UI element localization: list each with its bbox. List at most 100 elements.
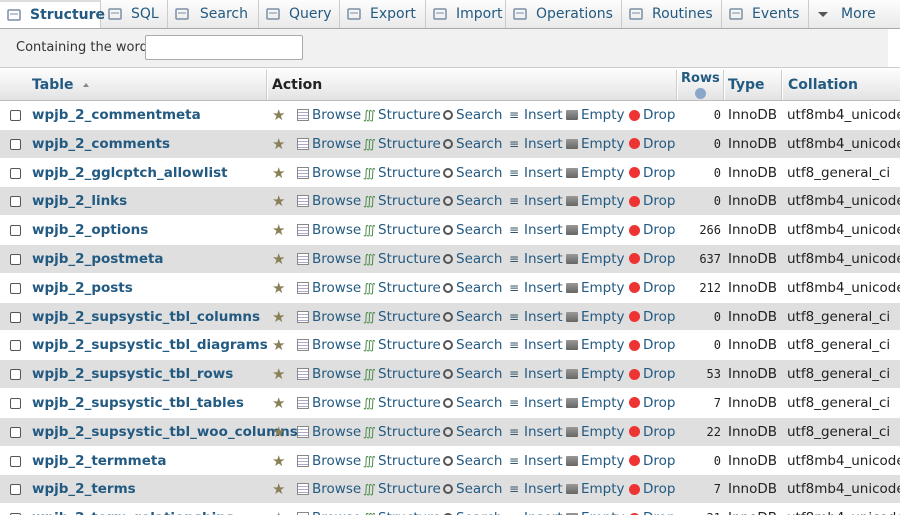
row-checkbox[interactable] [10,225,21,237]
tab-search[interactable]: Search [168,0,259,28]
table-name-link[interactable]: wpjb_2_terms [32,481,136,497]
table-name-link[interactable]: wpjb_2_commentmeta [32,107,201,123]
search-action[interactable]: Search [443,481,502,497]
table-name-link[interactable]: wpjb_2_supsystic_tbl_columns [32,309,260,325]
structure-action[interactable]: ∭Structure [363,165,441,181]
row-checkbox[interactable] [10,340,21,352]
empty-action[interactable]: Empty [566,280,625,296]
structure-action[interactable]: ∭Structure [363,481,441,497]
empty-action[interactable]: Empty [566,424,625,440]
empty-action[interactable]: Empty [566,136,625,152]
col-header-collation[interactable]: Collation [788,68,858,101]
row-checkbox[interactable] [10,426,21,438]
structure-action[interactable]: ∭Structure [363,453,441,469]
drop-action[interactable]: Drop [629,424,675,440]
drop-action[interactable]: Drop [629,222,675,238]
search-action[interactable]: Search [443,366,502,382]
row-checkbox[interactable] [10,138,21,150]
browse-action[interactable]: Browse [297,251,361,267]
empty-action[interactable]: Empty [566,366,625,382]
favorite-star-icon[interactable]: ★ [272,365,285,383]
browse-action[interactable]: Browse [297,424,361,440]
empty-action[interactable]: Empty [566,107,625,123]
row-checkbox[interactable] [10,397,21,409]
favorite-star-icon[interactable]: ★ [272,423,285,441]
table-name-link[interactable]: wpjb_2_supsystic_tbl_tables [32,395,244,411]
favorite-star-icon[interactable]: ★ [272,308,285,326]
row-checkbox[interactable] [10,110,21,121]
table-name-link[interactable]: wpjb_2_links [32,193,127,209]
insert-action[interactable]: ≡Insert [509,165,563,181]
search-action[interactable]: Search [443,165,502,181]
structure-action[interactable]: ∭Structure [363,337,441,353]
table-name-link[interactable]: wpjb_2_gglcptch_allowlist [32,165,228,181]
table-name-link[interactable]: wpjb_2_supsystic_tbl_woo_columns [32,424,298,440]
favorite-star-icon[interactable]: ★ [272,279,285,297]
col-header-rows[interactable]: Rows [681,68,720,101]
empty-action[interactable]: Empty [566,165,625,181]
browse-action[interactable]: Browse [297,280,361,296]
tab-routines[interactable]: Routines [622,0,722,28]
row-checkbox[interactable] [10,369,21,381]
insert-action[interactable]: ≡Insert [509,280,563,296]
drop-action[interactable]: Drop [629,395,675,411]
browse-action[interactable]: Browse [297,193,361,209]
insert-action[interactable]: ≡Insert [509,107,563,123]
search-action[interactable]: Search [443,251,502,267]
insert-action[interactable]: ≡Insert [509,251,563,267]
drop-action[interactable]: Drop [629,193,675,209]
browse-action[interactable]: Browse [297,136,361,152]
empty-action[interactable]: Empty [566,222,625,238]
favorite-star-icon[interactable]: ★ [272,250,285,268]
table-name-link[interactable]: wpjb_2_supsystic_tbl_rows [32,366,233,382]
drop-action[interactable]: Drop [629,337,675,353]
insert-action[interactable]: ≡Insert [509,395,563,411]
tab-more[interactable]: More [809,0,900,28]
structure-action[interactable]: ∭Structure [363,251,441,267]
empty-action[interactable]: Empty [566,251,625,267]
drop-action[interactable]: Drop [629,510,675,515]
search-action[interactable]: Search [443,107,502,123]
insert-action[interactable]: ≡Insert [509,510,563,515]
insert-action[interactable]: ≡Insert [509,309,563,325]
insert-action[interactable]: ≡Insert [509,193,563,209]
table-name-link[interactable]: wpjb_2_comments [32,136,170,152]
search-action[interactable]: Search [443,193,502,209]
drop-action[interactable]: Drop [629,165,675,181]
browse-action[interactable]: Browse [297,510,361,515]
help-icon[interactable] [694,87,706,99]
browse-action[interactable]: Browse [297,337,361,353]
structure-action[interactable]: ∭Structure [363,193,441,209]
favorite-star-icon[interactable]: ★ [272,336,285,354]
table-name-link[interactable]: wpjb_2_termmeta [32,453,166,469]
row-checkbox[interactable] [10,311,21,323]
search-action[interactable]: Search [443,280,502,296]
insert-action[interactable]: ≡Insert [509,337,563,353]
search-action[interactable]: Search [443,309,502,325]
structure-action[interactable]: ∭Structure [363,136,441,152]
empty-action[interactable]: Empty [566,453,625,469]
browse-action[interactable]: Browse [297,107,361,123]
browse-action[interactable]: Browse [297,453,361,469]
search-action[interactable]: Search [443,222,502,238]
browse-action[interactable]: Browse [297,165,361,181]
row-checkbox[interactable] [10,196,21,208]
tab-structure[interactable]: Structure [0,0,105,28]
structure-action[interactable]: ∭Structure [363,395,441,411]
favorite-star-icon[interactable]: ★ [272,164,285,182]
favorite-star-icon[interactable]: ★ [272,452,285,470]
drop-action[interactable]: Drop [629,280,675,296]
table-name-link[interactable]: wpjb_2_options [32,222,148,238]
structure-action[interactable]: ∭Structure [363,366,441,382]
favorite-star-icon[interactable]: ★ [272,221,285,239]
favorite-star-icon[interactable]: ★ [272,192,285,210]
search-action[interactable]: Search [443,510,502,515]
drop-action[interactable]: Drop [629,366,675,382]
empty-action[interactable]: Empty [566,193,625,209]
structure-action[interactable]: ∭Structure [363,424,441,440]
browse-action[interactable]: Browse [297,222,361,238]
search-action[interactable]: Search [443,424,502,440]
search-action[interactable]: Search [443,337,502,353]
drop-action[interactable]: Drop [629,309,675,325]
tab-export[interactable]: Export [340,0,426,28]
